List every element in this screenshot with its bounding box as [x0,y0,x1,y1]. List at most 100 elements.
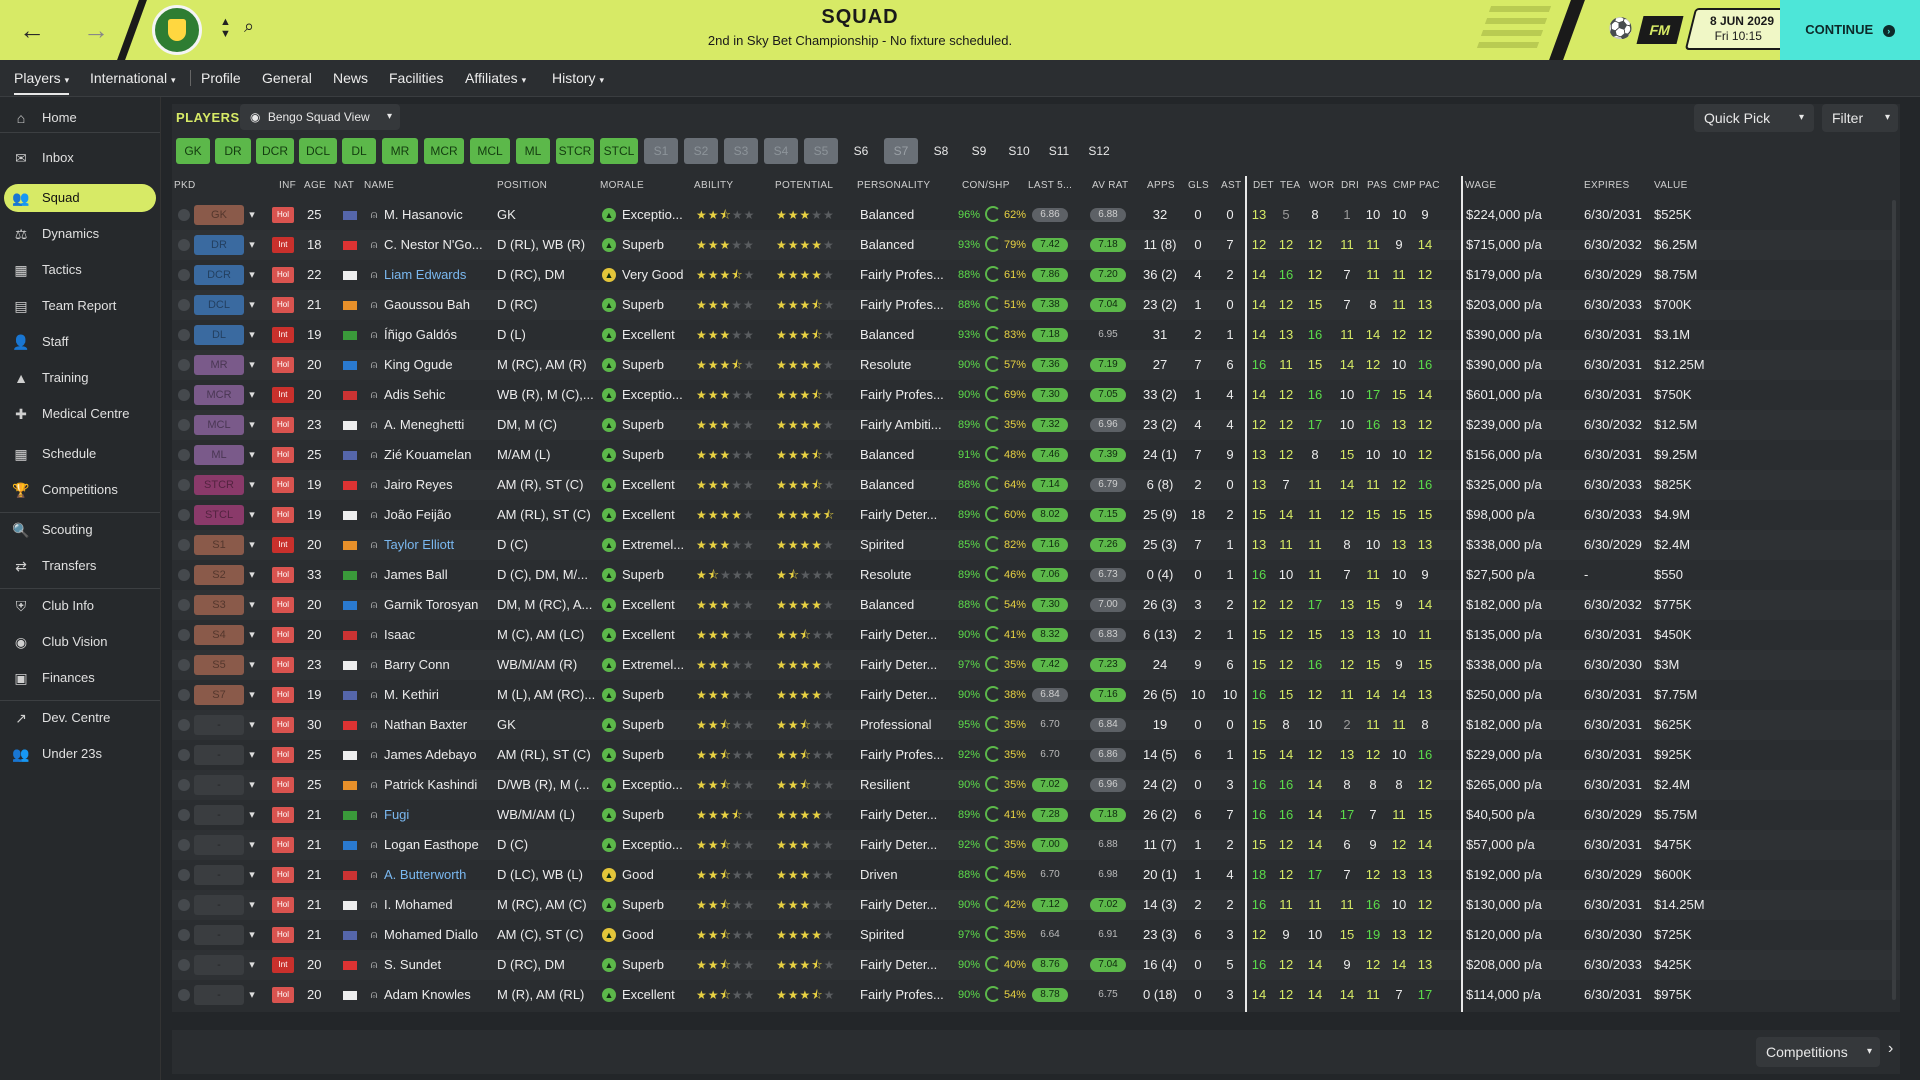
chevron-down-icon[interactable]: ▾ [1799,104,1804,132]
picked-position-select[interactable]: DR [194,235,244,255]
picked-position-select[interactable]: - [194,835,244,855]
chevron-down-icon[interactable]: ▾ [244,445,260,465]
picked-position-select[interactable]: S4 [194,625,244,645]
pick-indicator[interactable] [178,239,190,251]
pick-indicator[interactable] [178,689,190,701]
column-header-wor[interactable]: WOR [1309,180,1334,191]
chevron-down-icon[interactable]: ▾ [244,925,260,945]
table-row[interactable]: ML ▾ Hol 25 ⍝ Zié Kouamelan M/AM (L) ▲ Superb ★★★… [172,440,1900,470]
sidebar-item-staff[interactable]: 👤 Staff [4,328,156,356]
table-row[interactable]: - ▾ Hol 25 ⍝ James Adebayo AM (RL), ST (C) ▲ Sup… [172,740,1900,770]
chevron-right-icon[interactable]: › [1888,1040,1893,1058]
picked-position-select[interactable]: DCL [194,295,244,315]
pick-indicator[interactable] [178,389,190,401]
table-row[interactable]: S5 ▾ Hol 23 ⍝ Barry Conn WB/M/AM (R) ▲ Extremel.… [172,650,1900,680]
position-button-mcl[interactable]: MCL [470,138,510,164]
table-row[interactable]: S7 ▾ Hol 19 ⍝ M. Kethiri M (L), AM (RC)... ▲ Sup… [172,680,1900,710]
chevron-down-icon[interactable]: ▾ [244,745,260,765]
chevron-down-icon[interactable]: ▾ [244,685,260,705]
table-row[interactable]: DR ▾ Int 18 ⍝ C. Nestor N'Go... D (RL), WB (R)… [172,230,1900,260]
picked-position-select[interactable]: - [194,805,244,825]
player-name[interactable]: M. Hasanovic [384,200,494,230]
up-down-chevron-icon[interactable]: ▲ ▼ [220,16,231,40]
chevron-down-icon[interactable]: ▾ [244,895,260,915]
pick-indicator[interactable] [178,269,190,281]
pick-indicator[interactable] [178,209,190,221]
column-header-nat[interactable]: NAT [334,180,354,191]
pick-indicator[interactable] [178,989,190,1001]
pick-indicator[interactable] [178,299,190,311]
player-name[interactable]: Gaoussou Bah [384,290,494,320]
table-row[interactable]: DL ▾ Int 19 ⍝ Íñigo Galdós D (L) ▲ Excellent ★★★★… [172,320,1900,350]
chevron-down-icon[interactable]: ▾ [244,385,260,405]
table-row[interactable]: DCR ▾ Hol 22 ⍝ Liam Edwards D (RC), DM ▲ Very Go… [172,260,1900,290]
sidebar-item-club-vision[interactable]: ◉ Club Vision [4,628,156,656]
sidebar-item-finances[interactable]: ▣ Finances [4,664,156,692]
table-row[interactable]: - ▾ Hol 21 ⍝ Mohamed Diallo AM (C), ST (C) ▲ Goo… [172,920,1900,950]
sidebar-item-training[interactable]: ▲ Training [4,364,156,392]
chevron-down-icon[interactable]: ▾ [244,265,260,285]
column-header-wage[interactable]: WAGE [1465,180,1496,191]
picked-position-select[interactable]: MCL [194,415,244,435]
position-button-s2[interactable]: S2 [684,138,718,164]
club-crest-icon[interactable] [152,5,202,55]
sidebar-item-competitions[interactable]: 🏆 Competitions [4,476,156,504]
chevron-down-icon[interactable]: ▾ [244,415,260,435]
column-header-inf[interactable]: INF [279,180,296,191]
view-select-dropdown[interactable]: ◉ Bengo Squad View ▾ [240,104,400,130]
chevron-down-icon[interactable]: ▾ [244,625,260,645]
player-name[interactable]: Isaac [384,620,494,650]
pick-indicator[interactable] [178,329,190,341]
position-button-s8[interactable]: S8 [924,138,958,164]
position-button-gk[interactable]: GK [176,138,210,164]
sidebar-item-dynamics[interactable]: ⚖ Dynamics [4,220,156,248]
table-row[interactable]: - ▾ Hol 21 ⍝ A. Butterworth D (LC), WB (L) ▲ Goo… [172,860,1900,890]
pick-indicator[interactable] [178,599,190,611]
pick-indicator[interactable] [178,869,190,881]
table-row[interactable]: STCR ▾ Hol 19 ⍝ Jairo Reyes AM (R), ST (C) ▲ Exc… [172,470,1900,500]
pick-indicator[interactable] [178,479,190,491]
competitions-dropdown[interactable]: Competitions ▾ [1756,1037,1880,1067]
chevron-down-icon[interactable]: ▾ [244,295,260,315]
player-name[interactable]: C. Nestor N'Go... [384,230,494,260]
pick-indicator[interactable] [178,539,190,551]
position-button-s6[interactable]: S6 [844,138,878,164]
forward-arrow-icon[interactable]: → [78,12,114,48]
position-button-s12[interactable]: S12 [1082,138,1116,164]
table-row[interactable]: MCR ▾ Int 20 ⍝ Adis Sehic WB (R), M (C),... ▲ Ex… [172,380,1900,410]
position-button-ml[interactable]: ML [516,138,550,164]
column-header-position[interactable]: POSITION [497,180,547,191]
pick-indicator[interactable] [178,749,190,761]
table-row[interactable]: S2 ▾ Hol 33 ⍝ James Ball D (C), DM, M/... ▲ Supe… [172,560,1900,590]
table-row[interactable]: GK ▾ Hol 25 ⍝ M. Hasanovic GK ▲ Exceptio... ★★⯪★★… [172,200,1900,230]
player-name[interactable]: João Feijão [384,500,494,530]
pick-indicator[interactable] [178,959,190,971]
continue-button[interactable]: CONTINUE › [1780,0,1920,60]
chevron-down-icon[interactable]: ▾ [244,715,260,735]
picked-position-select[interactable]: - [194,925,244,945]
quick-pick-button[interactable]: Quick Pick ▾ [1694,104,1814,132]
sidebar-item-squad[interactable]: 👥 Squad [4,184,156,212]
player-name[interactable]: Íñigo Galdós [384,320,494,350]
picked-position-select[interactable]: S2 [194,565,244,585]
table-row[interactable]: - ▾ Hol 21 ⍝ Fugi WB/M/AM (L) ▲ Superb ★★★⯪★ ★★★★★… [172,800,1900,830]
column-header-det[interactable]: DET [1253,180,1274,191]
picked-position-select[interactable]: ML [194,445,244,465]
menu-profile[interactable]: Profile [201,60,241,96]
player-name[interactable]: Mohamed Diallo [384,920,494,950]
position-button-mcr[interactable]: MCR [424,138,464,164]
player-name[interactable]: Garnik Torosyan [384,590,494,620]
chevron-down-icon[interactable]: ▾ [244,775,260,795]
menu-history[interactable]: History ▾ [552,60,604,96]
chevron-down-icon[interactable]: ▾ [244,325,260,345]
column-header-age[interactable]: AGE [304,180,326,191]
sidebar-item-dev-centre[interactable]: ↗ Dev. Centre [4,704,156,732]
sidebar-item-team-report[interactable]: ▤ Team Report [4,292,156,320]
player-name[interactable]: Patrick Kashindi [384,770,494,800]
ball-globe-icon[interactable]: ⚽ [1608,16,1633,41]
table-row[interactable]: DCL ▾ Hol 21 ⍝ Gaoussou Bah D (RC) ▲ Superb ★★★★★… [172,290,1900,320]
picked-position-select[interactable]: - [194,715,244,735]
pick-indicator[interactable] [178,659,190,671]
player-name[interactable]: Barry Conn [384,650,494,680]
pick-indicator[interactable] [178,569,190,581]
